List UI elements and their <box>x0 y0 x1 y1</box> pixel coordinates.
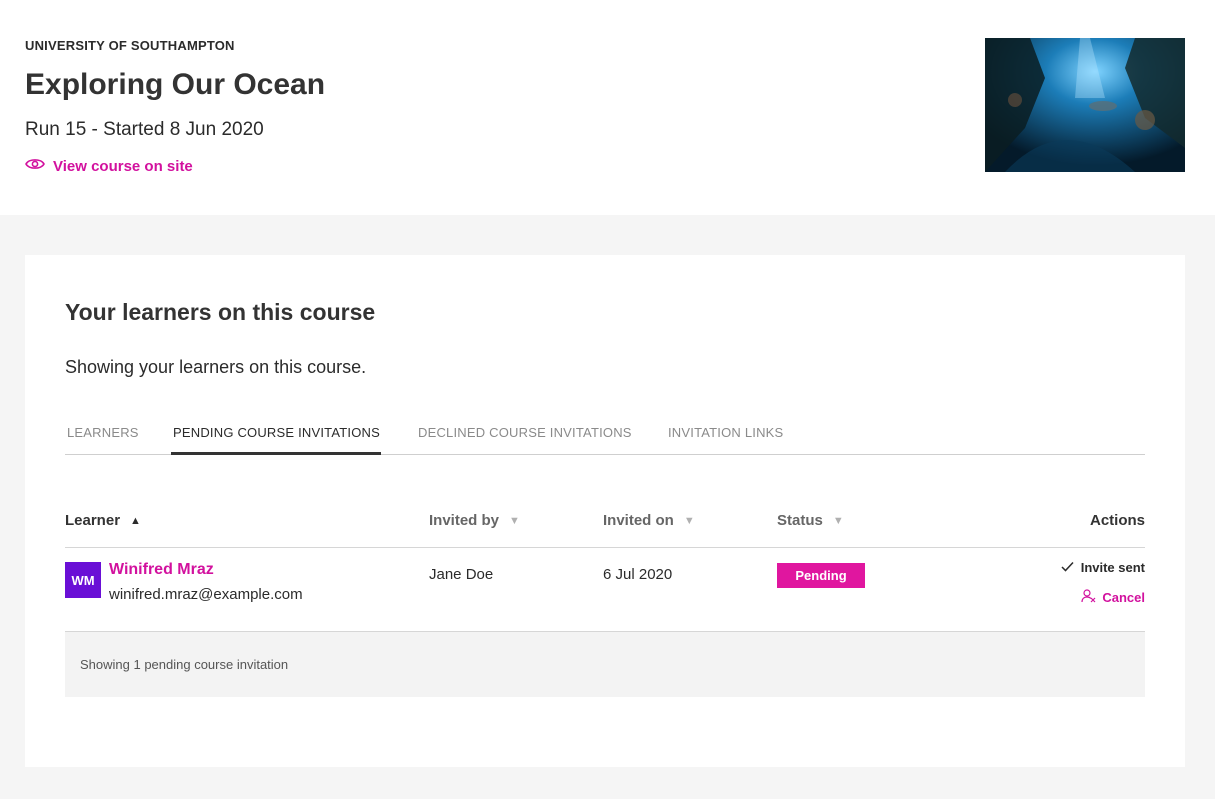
tab-learners[interactable]: LEARNERS <box>67 425 139 440</box>
sort-caret-icon: ▼ <box>683 514 695 527</box>
course-header: UNIVERSITY OF SOUTHAMPTON Exploring Our … <box>0 0 1215 215</box>
avatar: WM <box>65 562 101 598</box>
header-divider <box>65 547 1145 548</box>
course-image <box>985 38 1185 172</box>
view-course-link[interactable]: View course on site <box>25 157 193 175</box>
tab-invitation-links[interactable]: INVITATION LINKS <box>668 425 783 440</box>
learner-email: winifred.mraz@example.com <box>109 586 303 603</box>
column-actions-label: Actions <box>1089 512 1145 529</box>
column-invited-on-label: Invited on <box>603 512 674 529</box>
eye-icon <box>25 157 45 175</box>
sort-caret-icon: ▼ <box>832 514 844 527</box>
panel-subtitle: Showing your learners on this course. <box>65 357 367 377</box>
view-course-label: View course on site <box>53 157 193 175</box>
invited-on-cell: 6 Jul 2020 <box>603 566 673 583</box>
active-tab-indicator <box>171 452 381 455</box>
cancel-invite-button[interactable]: Cancel <box>1081 589 1145 606</box>
invite-sent-label: Invite sent <box>1080 560 1145 575</box>
tab-declined-invitations[interactable]: DECLINED COURSE INVITATIONS <box>418 425 632 440</box>
run-info: Run 15 - Started 8 Jun 2020 <box>25 119 264 140</box>
sort-caret-icon: ▼ <box>509 514 520 527</box>
results-count: Showing 1 pending course invitation <box>80 657 289 672</box>
column-invited-by[interactable]: Invited by ▼ <box>429 512 520 529</box>
invite-sent-status: Invite sent <box>1061 560 1145 575</box>
column-status-label: Status <box>777 512 823 529</box>
remove-user-icon <box>1081 589 1096 606</box>
column-status[interactable]: Status ▼ <box>777 512 844 529</box>
status-badge: Pending <box>777 563 865 588</box>
column-learner-label: Learner <box>65 512 121 529</box>
tab-pending-invitations[interactable]: PENDING COURSE INVITATIONS <box>173 425 380 440</box>
cancel-label: Cancel <box>1102 590 1145 605</box>
learner-name-link[interactable]: Winifred Mraz <box>109 561 214 579</box>
column-invited-on[interactable]: Invited on ▼ <box>603 512 695 529</box>
check-icon <box>1061 560 1074 575</box>
table-footer: Showing 1 pending course invitation <box>65 632 1145 697</box>
tabs-bar: LEARNERS PENDING COURSE INVITATIONS DECL… <box>65 415 1145 455</box>
sort-ascending-icon: ▲ <box>130 514 141 527</box>
invited-by-cell: Jane Doe <box>429 566 494 583</box>
university-name: UNIVERSITY OF SOUTHAMPTON <box>25 38 235 53</box>
column-actions: Actions <box>1090 512 1145 529</box>
learners-panel: Your learners on this course Showing you… <box>25 255 1185 767</box>
column-invited-by-label: Invited by <box>429 512 500 529</box>
column-learner[interactable]: Learner ▲ <box>65 512 141 529</box>
course-title: Exploring Our Ocean <box>25 68 326 101</box>
panel-title: Your learners on this course <box>65 299 376 325</box>
